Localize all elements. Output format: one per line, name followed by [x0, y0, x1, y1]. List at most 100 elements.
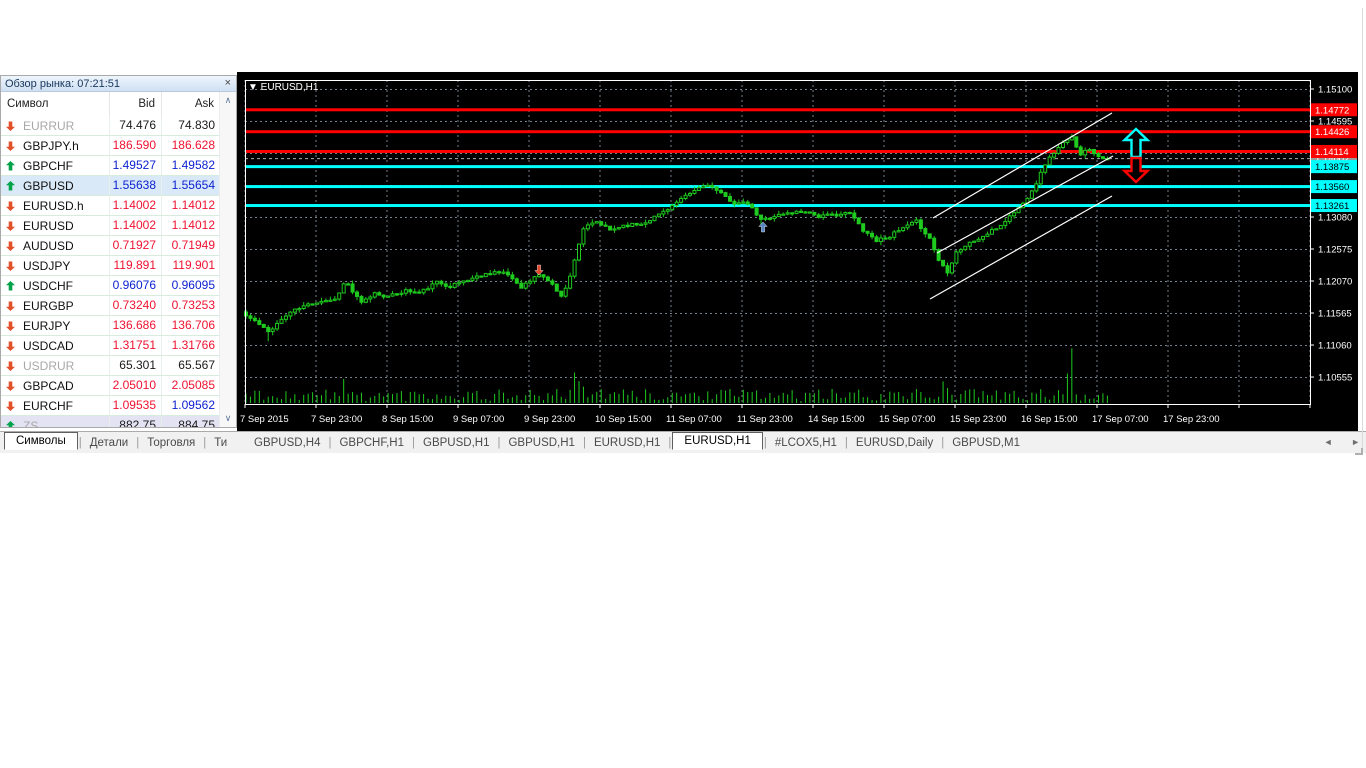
symbol-cell: GBPCHF	[1, 156, 110, 175]
chart-tab-EURUSD-H1[interactable]: EURUSD,H1	[672, 432, 763, 450]
symbol-name: GBPJPY.h	[23, 138, 79, 153]
svg-text:1.15100: 1.15100	[1318, 85, 1352, 96]
svg-text:17 Sep 23:00: 17 Sep 23:00	[1163, 414, 1220, 425]
bid-value: 1.14002	[110, 196, 162, 215]
panel-tab-Детали[interactable]: Детали	[83, 436, 135, 450]
chart-tab-bar: GBPUSD,H4 | GBPCHF,H1 | GBPUSD,H1 | GBPUSD,H1 |…	[237, 431, 1366, 453]
market-watch-scrollbar[interactable]: ∧ ∨	[219, 92, 236, 427]
symbol-cell: EURUSD.h	[1, 196, 110, 215]
chart-tab-GBPUSD-H4[interactable]: GBPUSD,H4	[247, 436, 327, 450]
panel-tab-Ти[interactable]: Ти	[207, 436, 234, 450]
svg-text:7 Sep 23:00: 7 Sep 23:00	[311, 414, 362, 425]
bid-value: 1.49527	[110, 156, 162, 175]
symbol-name: GBPUSD	[23, 178, 74, 193]
symbol-name: EURUSD	[23, 218, 74, 233]
svg-text:9 Sep 23:00: 9 Sep 23:00	[524, 414, 575, 425]
ask-value: 0.71949	[171, 238, 215, 252]
market-watch-row[interactable]: ZS 882.75 884.75	[1, 416, 221, 427]
svg-text:1.12070: 1.12070	[1318, 277, 1352, 288]
market-watch-row[interactable]: EURGBP 0.73240 0.73253	[1, 296, 221, 316]
symbol-name: EURJPY	[23, 318, 71, 333]
tabs-scroll-left-icon[interactable]: ◄	[1324, 437, 1333, 447]
svg-text:17 Sep 07:00: 17 Sep 07:00	[1092, 414, 1149, 425]
close-icon[interactable]: ×	[225, 76, 231, 91]
down-arrow-icon	[6, 241, 15, 251]
market-watch-header[interactable]: Обзор рынка: 07:21:51 ×	[1, 76, 236, 92]
symbol-name: USDCHF	[23, 278, 73, 293]
ask-value: 65.567	[178, 358, 215, 372]
panel-tab-Символы[interactable]: Символы	[4, 432, 78, 450]
market-watch-row[interactable]: GBPCHF 1.49527 1.49582	[1, 156, 221, 176]
symbol-name: USDRUR	[23, 358, 75, 373]
panel-tab-Торговля[interactable]: Торговля	[140, 436, 202, 450]
svg-text:1.13080: 1.13080	[1318, 213, 1352, 224]
ask-value: 0.73253	[171, 298, 215, 312]
market-watch-title: Обзор рынка: 07:21:51	[5, 78, 121, 90]
scroll-up-icon[interactable]: ∧	[220, 95, 236, 106]
chart-tab-GBPUSD-H1[interactable]: GBPUSD,H1	[501, 436, 581, 450]
price-chart[interactable]: 1.151001.145951.140901.135851.130801.125…	[237, 72, 1358, 431]
chart-tab-EURUSD-H1[interactable]: EURUSD,H1	[587, 436, 667, 450]
tabs-scroll-right-icon[interactable]: ►	[1351, 437, 1360, 447]
symbol-name: AUDUSD	[23, 238, 74, 253]
ask-value: 1.31766	[171, 338, 215, 352]
column-header-bid[interactable]: Bid	[110, 92, 162, 116]
chart-tab-GBPCHF-H1[interactable]: GBPCHF,H1	[332, 436, 411, 450]
market-watch-row[interactable]: USDCHF 0.96076 0.96095	[1, 276, 221, 296]
svg-text:1.14114: 1.14114	[1315, 147, 1349, 158]
market-watch-row[interactable]: EURRUR 74.476 74.830	[1, 116, 221, 136]
svg-text:15 Sep 07:00: 15 Sep 07:00	[879, 414, 936, 425]
down-arrow-icon	[6, 361, 15, 371]
svg-text:1.14772: 1.14772	[1315, 105, 1349, 116]
chart-tab-EURUSD-Daily[interactable]: EURUSD,Daily	[849, 436, 940, 450]
symbol-name: EURCHF	[23, 398, 73, 413]
resize-grip[interactable]	[1355, 448, 1363, 455]
market-watch-row[interactable]: USDCAD 1.31751 1.31766	[1, 336, 221, 356]
bid-value: 119.891	[110, 256, 162, 275]
window-edge-divider	[1362, 8, 1363, 454]
market-watch-row[interactable]: EURUSD 1.14002 1.14012	[1, 216, 221, 236]
ask-value: 1.14012	[171, 198, 215, 212]
ask-value: 74.830	[178, 118, 215, 132]
down-arrow-icon	[6, 261, 15, 271]
market-watch-row[interactable]: EURCHF 1.09535 1.09562	[1, 396, 221, 416]
ask-value: 884.75	[178, 418, 215, 427]
market-watch-row[interactable]: USDRUR 65.301 65.567	[1, 356, 221, 376]
down-arrow-icon	[6, 141, 15, 151]
market-watch-column-headers: Символ Bid Ask	[1, 92, 220, 117]
bid-value: 1.09535	[110, 396, 162, 415]
market-watch-row[interactable]: GBPCAD 2.05010 2.05085	[1, 376, 221, 396]
symbol-cell: AUDUSD	[1, 236, 110, 255]
chart-tab-#LCOX5-H1[interactable]: #LCOX5,H1	[768, 436, 844, 450]
svg-text:1.13875: 1.13875	[1315, 162, 1349, 173]
scroll-down-icon[interactable]: ∨	[220, 413, 236, 424]
symbol-cell: ZS	[1, 416, 110, 427]
symbol-name: USDJPY	[23, 258, 71, 273]
column-header-ask[interactable]: Ask	[162, 92, 220, 116]
symbol-cell: GBPCAD	[1, 376, 110, 395]
symbol-name: ZS	[23, 418, 39, 428]
market-watch-row[interactable]: AUDUSD 0.71927 0.71949	[1, 236, 221, 256]
market-watch-row[interactable]: GBPJPY.h 186.590 186.628	[1, 136, 221, 156]
column-header-symbol[interactable]: Символ	[1, 92, 110, 116]
down-arrow-icon	[6, 321, 15, 331]
svg-text:15 Sep 23:00: 15 Sep 23:00	[950, 414, 1007, 425]
chart-window[interactable]: 1.151001.145951.140901.135851.130801.125…	[237, 72, 1358, 431]
symbol-name: EURRUR	[23, 118, 75, 133]
svg-text:7 Sep 2015: 7 Sep 2015	[240, 414, 289, 425]
symbol-cell: EURUSD	[1, 216, 110, 235]
ask-value: 2.05085	[171, 378, 215, 392]
market-watch-panel: Обзор рынка: 07:21:51 × Символ Bid Ask E…	[0, 75, 237, 428]
bid-value: 0.73240	[110, 296, 162, 315]
market-watch-row[interactable]: EURUSD.h 1.14002 1.14012	[1, 196, 221, 216]
svg-text:1.11565: 1.11565	[1318, 309, 1352, 320]
chart-tab-GBPUSD-M1[interactable]: GBPUSD,M1	[945, 436, 1027, 450]
down-arrow-icon	[6, 341, 15, 351]
chart-tab-GBPUSD-H1[interactable]: GBPUSD,H1	[416, 436, 496, 450]
symbol-name: GBPCAD	[23, 378, 74, 393]
svg-text:1.10555: 1.10555	[1318, 373, 1352, 384]
market-watch-row[interactable]: USDJPY 119.891 119.901	[1, 256, 221, 276]
ask-value: 119.901	[172, 258, 216, 272]
market-watch-row[interactable]: EURJPY 136.686 136.706	[1, 316, 221, 336]
market-watch-row[interactable]: GBPUSD 1.55638 1.55654	[1, 176, 221, 196]
